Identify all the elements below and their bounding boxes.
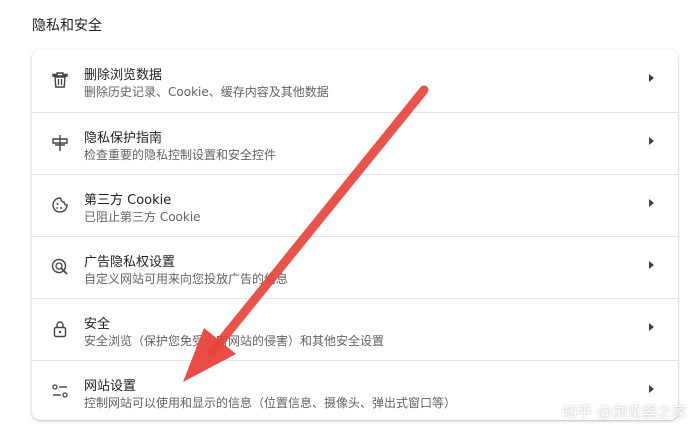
trash-icon: [50, 70, 70, 90]
row-description: 自定义网站可用来向您投放广告的信息: [84, 272, 289, 286]
row-description: 检查重要的隐私控制设置和安全控件: [84, 148, 277, 162]
section-title: 隐私和安全: [32, 18, 102, 34]
ad-privacy-row[interactable]: 广告隐私权设置 自定义网站可用来向您投放广告的信息: [32, 236, 678, 298]
chevron-right-icon: [649, 323, 654, 331]
row-title: 删除浏览数据: [84, 68, 163, 83]
privacy-guide-icon: [50, 133, 70, 153]
delete-browsing-data-row[interactable]: 删除浏览数据 删除历史记录、Cookie、缓存内容及其他数据: [32, 50, 678, 112]
row-title: 安全: [84, 317, 111, 332]
chevron-right-icon: [649, 137, 654, 145]
row-title: 广告隐私权设置: [84, 255, 176, 270]
chevron-right-icon: [649, 199, 654, 207]
watermark: 知乎 @浏览器之家: [562, 403, 687, 421]
row-description: 已阻止第三方 Cookie: [84, 210, 201, 224]
cookie-icon: [50, 195, 70, 215]
chevron-right-icon: [649, 385, 654, 393]
row-description: 安全浏览（保护您免受有害网站的侵害）和其他安全设置: [84, 334, 385, 348]
third-party-cookie-row[interactable]: 第三方 Cookie 已阻止第三方 Cookie: [32, 174, 678, 236]
row-description: 删除历史记录、Cookie、缓存内容及其他数据: [84, 85, 329, 99]
lock-icon: [50, 319, 70, 339]
row-title: 隐私保护指南: [84, 131, 163, 146]
tune-icon: [50, 381, 70, 401]
row-title: 网站设置: [84, 379, 137, 394]
chevron-right-icon: [649, 74, 654, 82]
row-title: 第三方 Cookie: [84, 193, 172, 208]
chevron-right-icon: [649, 261, 654, 269]
row-description: 控制网站可以使用和显示的信息（位置信息、摄像头、弹出式窗口等）: [84, 396, 457, 410]
privacy-guide-row[interactable]: 隐私保护指南 检查重要的隐私控制设置和安全控件: [32, 112, 678, 174]
ad-privacy-icon: [50, 257, 70, 277]
security-row[interactable]: 安全 安全浏览（保护您免受有害网站的侵害）和其他安全设置: [32, 298, 678, 360]
privacy-security-card: 删除浏览数据 删除历史记录、Cookie、缓存内容及其他数据 隐私保护指南 检查…: [32, 50, 678, 420]
